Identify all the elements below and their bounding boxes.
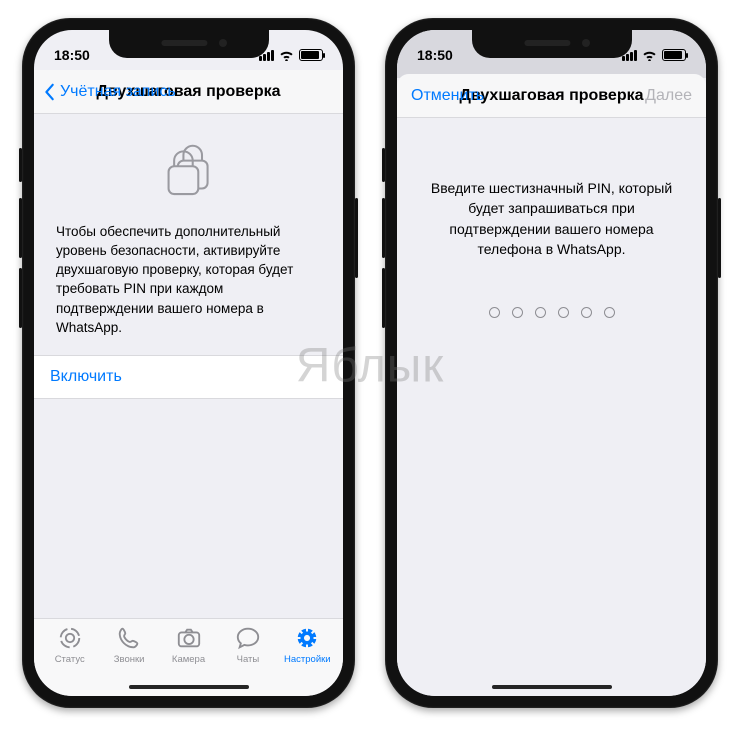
wifi-icon (642, 49, 657, 61)
pin-dot (535, 307, 546, 318)
home-indicator[interactable] (129, 685, 249, 689)
camera-icon (176, 625, 202, 651)
lock-icon (34, 138, 343, 200)
cancel-label: Отменить (411, 87, 484, 105)
status-time: 18:50 (54, 47, 90, 63)
next-label: Далее (645, 87, 692, 104)
description-text: Чтобы обеспечить дополнительный уровень … (34, 222, 343, 355)
wifi-icon (279, 49, 294, 61)
pin-dot (604, 307, 615, 318)
enable-label: Включить (50, 368, 122, 385)
pin-dot (512, 307, 523, 318)
tab-settings[interactable]: Настройки (278, 625, 337, 696)
notch (472, 30, 632, 58)
gear-icon (294, 625, 320, 651)
nav-bar: Отменить Двухшаговая проверка Далее (397, 74, 706, 118)
phone-right: 18:50 Отменить Двухшаговая проверка (385, 18, 718, 708)
phone-left: 18:50 Учётная запись Двухшаговая проверк… (22, 18, 355, 708)
pin-dot (489, 307, 500, 318)
pin-input[interactable] (397, 307, 706, 318)
nav-title: Двухшаговая проверка (459, 87, 643, 105)
cancel-button[interactable]: Отменить (411, 87, 484, 105)
next-button[interactable]: Далее (645, 87, 692, 105)
home-indicator[interactable] (492, 685, 612, 689)
pin-dot (558, 307, 569, 318)
status-time: 18:50 (417, 47, 453, 63)
notch (109, 30, 269, 58)
back-label: Учётная запись (60, 83, 176, 101)
tab-status[interactable]: Статус (40, 625, 99, 696)
enable-button[interactable]: Включить (34, 355, 343, 399)
chat-icon (235, 625, 261, 651)
pin-description: Введите шестизначный PIN, который будет … (397, 118, 706, 259)
screen: 18:50 Отменить Двухшаговая проверка (397, 30, 706, 696)
status-icon (57, 625, 83, 651)
chevron-left-icon (44, 83, 56, 101)
battery-icon (299, 49, 323, 61)
pin-dot (581, 307, 592, 318)
back-button[interactable]: Учётная запись (44, 83, 176, 101)
tab-bar: Статус Звонки Камера Чаты Настройки (34, 618, 343, 696)
battery-icon (662, 49, 686, 61)
screen: 18:50 Учётная запись Двухшаговая проверк… (34, 30, 343, 696)
phone-icon (116, 625, 142, 651)
nav-bar: Учётная запись Двухшаговая проверка (34, 70, 343, 114)
